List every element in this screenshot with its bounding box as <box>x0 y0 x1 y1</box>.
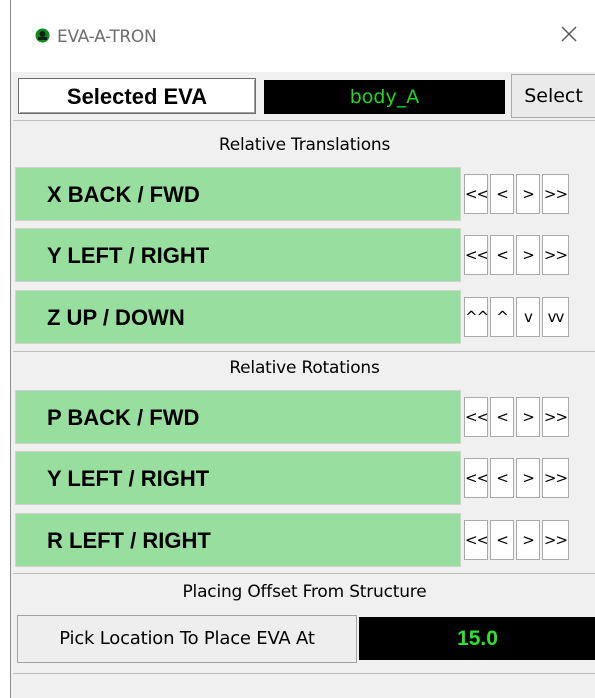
step-small-back-button[interactable]: < <box>490 174 514 214</box>
pick-location-button[interactable]: Pick Location To Place EVA At <box>17 615 357 663</box>
row-label: Y LEFT / RIGHT <box>15 451 461 505</box>
step-large-left-button[interactable]: << <box>464 520 488 560</box>
title-bar[interactable]: EVA-A-TRON <box>11 0 595 72</box>
step-large-back-button[interactable]: << <box>464 174 488 214</box>
row-label: P BACK / FWD <box>15 390 461 444</box>
select-button[interactable]: Select <box>511 74 595 118</box>
row-label: Y LEFT / RIGHT <box>15 228 461 282</box>
step-large-forward-button[interactable]: >> <box>542 174 569 214</box>
row-label: X BACK / FWD <box>15 167 461 221</box>
row-label: Z UP / DOWN <box>15 290 461 344</box>
window-title: EVA-A-TRON <box>57 27 157 47</box>
step-large-right-button[interactable]: >> <box>542 458 569 498</box>
selected-eva-label: Selected EVA <box>18 78 256 114</box>
divider <box>13 673 595 674</box>
step-small-left-button[interactable]: < <box>490 458 514 498</box>
rotations-heading: Relative Rotations <box>229 358 380 378</box>
step-small-back-button[interactable]: < <box>490 397 514 437</box>
row-roll-rotation: R LEFT / RIGHT << < > >> <box>15 513 595 567</box>
step-small-down-button[interactable]: v <box>516 297 540 337</box>
selected-eva-value: body_A <box>264 80 505 114</box>
step-large-right-button[interactable]: >> <box>542 520 569 560</box>
placement-heading: Placing Offset From Structure <box>182 582 427 602</box>
row-pitch-rotation: P BACK / FWD << < > >> <box>15 390 595 444</box>
step-large-back-button[interactable]: << <box>464 397 488 437</box>
divider <box>13 573 595 574</box>
divider <box>13 120 595 121</box>
row-label: R LEFT / RIGHT <box>15 513 461 567</box>
step-small-forward-button[interactable]: > <box>516 397 540 437</box>
step-large-up-button[interactable]: ^^ <box>464 297 488 337</box>
app-icon <box>35 28 50 43</box>
step-large-left-button[interactable]: << <box>464 235 488 275</box>
translations-heading: Relative Translations <box>218 135 391 155</box>
offset-value: 15.0 <box>359 617 595 660</box>
step-small-left-button[interactable]: < <box>490 520 514 560</box>
row-x-translation: X BACK / FWD << < > >> <box>15 167 595 221</box>
close-icon[interactable] <box>556 21 582 47</box>
step-large-forward-button[interactable]: >> <box>542 397 569 437</box>
step-small-up-button[interactable]: ^ <box>490 297 514 337</box>
row-y-translation: Y LEFT / RIGHT << < > >> <box>15 228 595 282</box>
step-large-right-button[interactable]: >> <box>542 235 569 275</box>
divider <box>13 351 595 352</box>
eva-a-tron-window: EVA-A-TRON Selected EVA body_A Select Re… <box>10 0 595 698</box>
row-z-translation: Z UP / DOWN ^^ ^ v vv <box>15 290 595 344</box>
step-large-down-button[interactable]: vv <box>542 297 569 337</box>
step-small-left-button[interactable]: < <box>490 235 514 275</box>
step-small-right-button[interactable]: > <box>516 458 540 498</box>
step-small-forward-button[interactable]: > <box>516 174 540 214</box>
step-small-right-button[interactable]: > <box>516 235 540 275</box>
row-yaw-rotation: Y LEFT / RIGHT << < > >> <box>15 451 595 505</box>
step-small-right-button[interactable]: > <box>516 520 540 560</box>
step-large-left-button[interactable]: << <box>464 458 488 498</box>
